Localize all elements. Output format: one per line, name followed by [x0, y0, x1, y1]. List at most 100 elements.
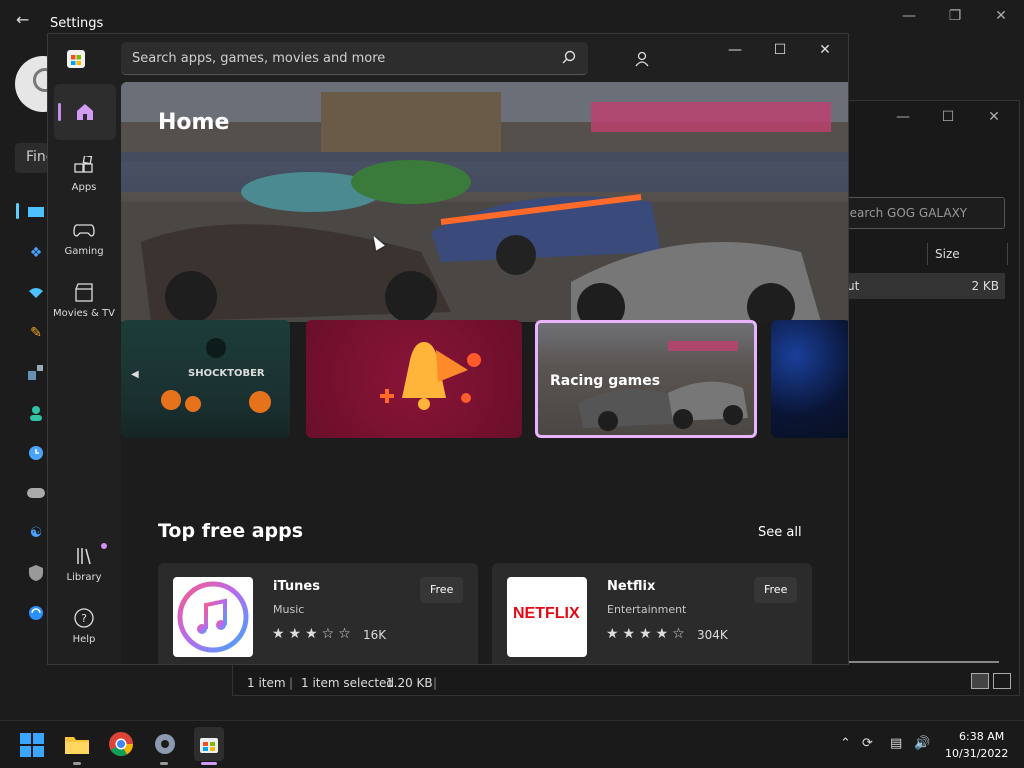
- taskbar: ⌃ ⟳ ▤ 🔊 6:38 AM 10/31/2022: [0, 720, 1024, 768]
- store-icon[interactable]: [194, 727, 224, 761]
- large-icons-view-icon[interactable]: [993, 673, 1011, 689]
- nav-item-gaming[interactable]: Gaming: [52, 220, 116, 257]
- store-titlebar: Search apps, games, movies and more — ☐ …: [48, 34, 848, 82]
- file-row[interactable]: ut 2 KB: [841, 273, 1005, 299]
- file-explorer-icon[interactable]: [64, 731, 90, 757]
- minimize-icon[interactable]: —: [888, 109, 918, 127]
- privacy-security-icon[interactable]: [26, 563, 46, 583]
- carousel-tile-racing[interactable]: Racing games: [535, 320, 757, 438]
- column-divider: [927, 243, 928, 265]
- nav-item-help[interactable]: ? Help: [52, 608, 116, 645]
- close-icon[interactable]: ✕: [986, 8, 1016, 26]
- app-category: Entertainment: [607, 603, 687, 616]
- column-header-size[interactable]: Size: [935, 247, 960, 261]
- svg-text:?: ?: [81, 612, 87, 625]
- itunes-icon: [173, 577, 253, 657]
- settings-icon[interactable]: [152, 731, 178, 757]
- app-card-netflix[interactable]: NETFLIX Netflix Entertainment ★★★★☆ 304K…: [492, 563, 812, 664]
- selected-indicator: [16, 203, 19, 219]
- network-icon[interactable]: ▤: [890, 736, 902, 751]
- settings-titlebar: ← Settings — ❐ ✕: [0, 0, 1024, 36]
- accounts-icon[interactable]: [26, 403, 46, 423]
- file-size: 2 KB: [971, 279, 999, 293]
- nav-label-movies: Movies & TV: [53, 308, 115, 319]
- start-icon[interactable]: [20, 733, 46, 759]
- carousel-tile-shocktober[interactable]: SHOCKTOBER: [121, 320, 290, 438]
- status-item-count: 1 item: [247, 676, 286, 690]
- details-view-icon[interactable]: [971, 673, 989, 689]
- app-name: iTunes: [273, 579, 320, 594]
- explorer-search-input[interactable]: Search GOG GALAXY: [841, 197, 1005, 229]
- page-title: Home: [158, 110, 230, 135]
- home-icon: [77, 104, 93, 120]
- carousel-tile-next[interactable]: [771, 320, 848, 438]
- apps-icon[interactable]: [26, 363, 46, 383]
- gaming-icon: [73, 224, 95, 237]
- carousel-tile-notifications[interactable]: [306, 320, 522, 438]
- chevron-up-icon[interactable]: ⌃: [840, 736, 851, 751]
- accessibility-icon[interactable]: ☯: [26, 523, 46, 543]
- carousel-prev-icon[interactable]: ◀: [131, 369, 139, 380]
- search-placeholder: Search apps, games, movies and more: [132, 51, 386, 66]
- personalization-icon[interactable]: ✎: [26, 323, 46, 343]
- settings-title: Settings: [50, 16, 104, 31]
- nav-label-apps: Apps: [71, 182, 97, 193]
- minimize-icon[interactable]: —: [715, 40, 755, 64]
- bluetooth-icon[interactable]: ❖: [26, 243, 46, 263]
- store-search-input[interactable]: Search apps, games, movies and more: [121, 42, 588, 75]
- status-size: 1.20 KB: [386, 676, 433, 690]
- minimize-icon[interactable]: —: [894, 8, 924, 26]
- column-divider: [1007, 243, 1008, 265]
- notification-dot: [101, 543, 107, 549]
- help-icon: ?: [74, 608, 94, 628]
- status-bar: 1 item | 1 item selected 1.20 KB |: [233, 671, 1019, 695]
- clock-time[interactable]: 6:38 AM: [959, 730, 1004, 743]
- store-logo-icon: [67, 50, 85, 68]
- time-language-icon[interactable]: [26, 443, 46, 463]
- nav-item-movies[interactable]: Movies & TV: [52, 282, 116, 319]
- maximize-icon[interactable]: ☐: [760, 40, 800, 64]
- system-icon[interactable]: [26, 203, 46, 223]
- nav-item-apps[interactable]: Apps: [52, 156, 116, 193]
- section-title: Top free apps: [158, 520, 304, 542]
- price-button[interactable]: Free: [754, 577, 798, 603]
- restore-icon[interactable]: ☐: [933, 109, 963, 127]
- clapperboard-icon: [75, 283, 93, 302]
- rating-count: 16K: [363, 628, 387, 642]
- windows-update-icon[interactable]: [26, 603, 46, 623]
- nav-item-home[interactable]: [54, 84, 116, 140]
- sync-icon[interactable]: ⟳: [862, 736, 873, 751]
- shocktober-text: SHOCKTOBER: [188, 368, 265, 379]
- price-button[interactable]: Free: [420, 577, 464, 603]
- gaming-icon[interactable]: [26, 483, 46, 503]
- star-rating: ★★★★☆: [606, 626, 689, 642]
- netflix-icon: NETFLIX: [507, 577, 587, 657]
- shocktober-artwork: [161, 338, 271, 413]
- app-card-itunes[interactable]: iTunes Music ★★★☆☆ 16K Free: [158, 563, 478, 664]
- horizontal-scrollbar[interactable]: [847, 661, 999, 663]
- selected-indicator: [58, 103, 61, 121]
- restore-icon[interactable]: ❐: [940, 8, 970, 26]
- search-icon[interactable]: [562, 50, 576, 68]
- see-all-link[interactable]: See all: [758, 525, 802, 540]
- close-icon[interactable]: ✕: [979, 109, 1009, 127]
- microsoft-store-window: Search apps, games, movies and more — ☐ …: [47, 33, 849, 665]
- clock-date[interactable]: 10/31/2022: [945, 747, 1008, 760]
- active-indicator: [201, 762, 217, 765]
- carousel-label: Racing games: [550, 373, 661, 389]
- hero-banner[interactable]: Home: [121, 82, 848, 322]
- volume-icon[interactable]: 🔊: [914, 736, 930, 751]
- back-arrow-icon[interactable]: ←: [16, 12, 29, 28]
- account-icon[interactable]: [629, 46, 655, 72]
- running-indicator: [160, 762, 168, 765]
- app-name: Netflix: [607, 579, 656, 594]
- nav-item-library[interactable]: Library: [52, 546, 116, 583]
- store-navigation: Apps Gaming Movies & TV Library ? Help: [48, 82, 121, 664]
- nav-label-library: Library: [66, 572, 102, 583]
- nav-label-gaming: Gaming: [64, 246, 104, 257]
- hero-racing-image: [121, 82, 848, 322]
- chrome-icon[interactable]: [108, 731, 134, 757]
- close-icon[interactable]: ✕: [805, 40, 845, 64]
- nav-label-help: Help: [72, 634, 96, 645]
- network-icon[interactable]: [26, 283, 46, 303]
